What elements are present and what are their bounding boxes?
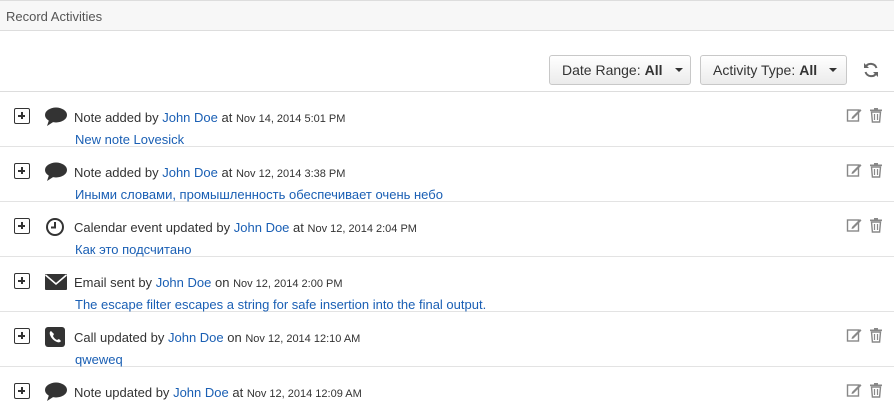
edit-icon[interactable] bbox=[846, 107, 862, 123]
activity-summary: Call updated by John Doe on Nov 12, 2014… bbox=[74, 330, 360, 345]
activity-action: Note added bbox=[74, 110, 142, 125]
activity-timestamp: Nov 12, 2014 12:10 AM bbox=[245, 333, 361, 345]
trash-icon[interactable] bbox=[868, 327, 884, 343]
activity-timestamp: Nov 12, 2014 2:04 PM bbox=[307, 223, 417, 235]
activity-action: Note updated bbox=[74, 385, 153, 400]
envelope-icon bbox=[44, 271, 68, 293]
row-actions bbox=[846, 162, 884, 178]
caret-down-icon bbox=[829, 68, 838, 72]
row-actions bbox=[846, 217, 884, 233]
activity-row: Call updated by John Doe on Nov 12, 2014… bbox=[0, 312, 894, 367]
activity-by: by bbox=[138, 275, 153, 290]
activity-timestamp: Nov 12, 2014 12:09 AM bbox=[246, 388, 362, 400]
activity-user-link[interactable]: John Doe bbox=[234, 220, 290, 235]
activity-timestamp: Nov 14, 2014 5:01 PM bbox=[235, 113, 346, 125]
activity-row: Email sent by John Doe on Nov 12, 2014 2… bbox=[0, 257, 894, 312]
row-actions bbox=[846, 107, 884, 123]
activity-user-link[interactable]: John Doe bbox=[162, 110, 218, 125]
trash-icon[interactable] bbox=[868, 382, 884, 398]
trash-icon[interactable] bbox=[868, 107, 884, 123]
comment-icon bbox=[44, 106, 68, 128]
activity-subject-link[interactable]: New note Lovesick bbox=[75, 132, 184, 147]
activity-user-link[interactable]: John Doe bbox=[168, 330, 224, 345]
activity-action: Calendar event updated bbox=[74, 220, 213, 235]
caret-down-icon bbox=[674, 68, 683, 72]
comment-icon bbox=[44, 381, 68, 403]
refresh-icon[interactable] bbox=[862, 61, 880, 79]
activity-subject-link[interactable]: Иными словами, промышленность обеспечива… bbox=[75, 187, 443, 202]
expand-icon[interactable] bbox=[14, 383, 30, 399]
activity-action: Note added bbox=[74, 165, 142, 180]
trash-icon[interactable] bbox=[868, 162, 884, 178]
row-actions bbox=[846, 382, 884, 398]
activity-subject-link[interactable]: Как это подсчитано bbox=[75, 242, 192, 257]
activity-subject-link[interactable]: The escape filter escapes a string for s… bbox=[75, 297, 486, 312]
date-range-value: All bbox=[644, 62, 663, 78]
edit-icon[interactable] bbox=[846, 217, 862, 233]
activity-prep: on bbox=[214, 275, 230, 290]
activity-by: by bbox=[144, 165, 159, 180]
activity-by: by bbox=[144, 110, 159, 125]
activity-type-value: All bbox=[799, 62, 818, 78]
activity-row: Note updated by John Doe at Nov 12, 2014… bbox=[0, 367, 894, 407]
clock-icon bbox=[44, 216, 68, 238]
activity-prep: at bbox=[293, 220, 304, 235]
activity-prep: at bbox=[221, 110, 233, 125]
phone-icon bbox=[44, 326, 68, 348]
trash-icon[interactable] bbox=[868, 217, 884, 233]
activity-timestamp: Nov 12, 2014 3:38 PM bbox=[235, 168, 346, 180]
activity-type-dropdown[interactable]: Activity Type: All bbox=[700, 55, 847, 85]
activity-user-link[interactable]: John Doe bbox=[173, 385, 229, 400]
activity-summary: Note updated by John Doe at Nov 12, 2014… bbox=[74, 385, 362, 400]
expand-icon[interactable] bbox=[14, 218, 30, 234]
filter-toolbar: Date Range: All Activity Type: All bbox=[0, 55, 894, 85]
activity-summary: Note added by John Doe at Nov 14, 2014 5… bbox=[74, 110, 345, 125]
activity-summary: Email sent by John Doe on Nov 12, 2014 2… bbox=[74, 275, 343, 290]
activity-list: Note added by John Doe at Nov 14, 2014 5… bbox=[0, 91, 894, 407]
activity-by: by bbox=[150, 330, 165, 345]
activity-summary: Calendar event updated by John Doe at No… bbox=[74, 220, 417, 235]
activity-action: Email sent bbox=[74, 275, 135, 290]
activity-row: Calendar event updated by John Doe at No… bbox=[0, 202, 894, 257]
edit-icon[interactable] bbox=[846, 382, 862, 398]
activity-prep: at bbox=[221, 165, 233, 180]
activity-type-label: Activity Type: bbox=[713, 62, 796, 78]
expand-icon[interactable] bbox=[14, 163, 30, 179]
activity-prep: on bbox=[227, 330, 242, 345]
activity-action: Call updated bbox=[74, 330, 147, 345]
comment-icon bbox=[44, 161, 68, 183]
activity-row: Note added by John Doe at Nov 14, 2014 5… bbox=[0, 92, 894, 147]
activity-user-link[interactable]: John Doe bbox=[156, 275, 212, 290]
panel-title: Record Activities bbox=[6, 9, 103, 24]
expand-icon[interactable] bbox=[14, 328, 30, 344]
expand-icon[interactable] bbox=[14, 108, 30, 124]
activity-by: by bbox=[216, 220, 231, 235]
activity-prep: at bbox=[232, 385, 244, 400]
activity-row: Note added by John Doe at Nov 12, 2014 3… bbox=[0, 147, 894, 202]
edit-icon[interactable] bbox=[846, 162, 862, 178]
panel-header: Record Activities bbox=[0, 0, 894, 31]
row-actions bbox=[846, 327, 884, 343]
activity-summary: Note added by John Doe at Nov 12, 2014 3… bbox=[74, 165, 345, 180]
date-range-label: Date Range: bbox=[562, 62, 641, 78]
activity-by: by bbox=[155, 385, 170, 400]
activity-user-link[interactable]: John Doe bbox=[162, 165, 218, 180]
expand-icon[interactable] bbox=[14, 273, 30, 289]
activity-timestamp: Nov 12, 2014 2:00 PM bbox=[233, 278, 343, 290]
activity-subject-link[interactable]: qweweq bbox=[75, 352, 123, 367]
edit-icon[interactable] bbox=[846, 327, 862, 343]
date-range-dropdown[interactable]: Date Range: All bbox=[549, 55, 691, 85]
